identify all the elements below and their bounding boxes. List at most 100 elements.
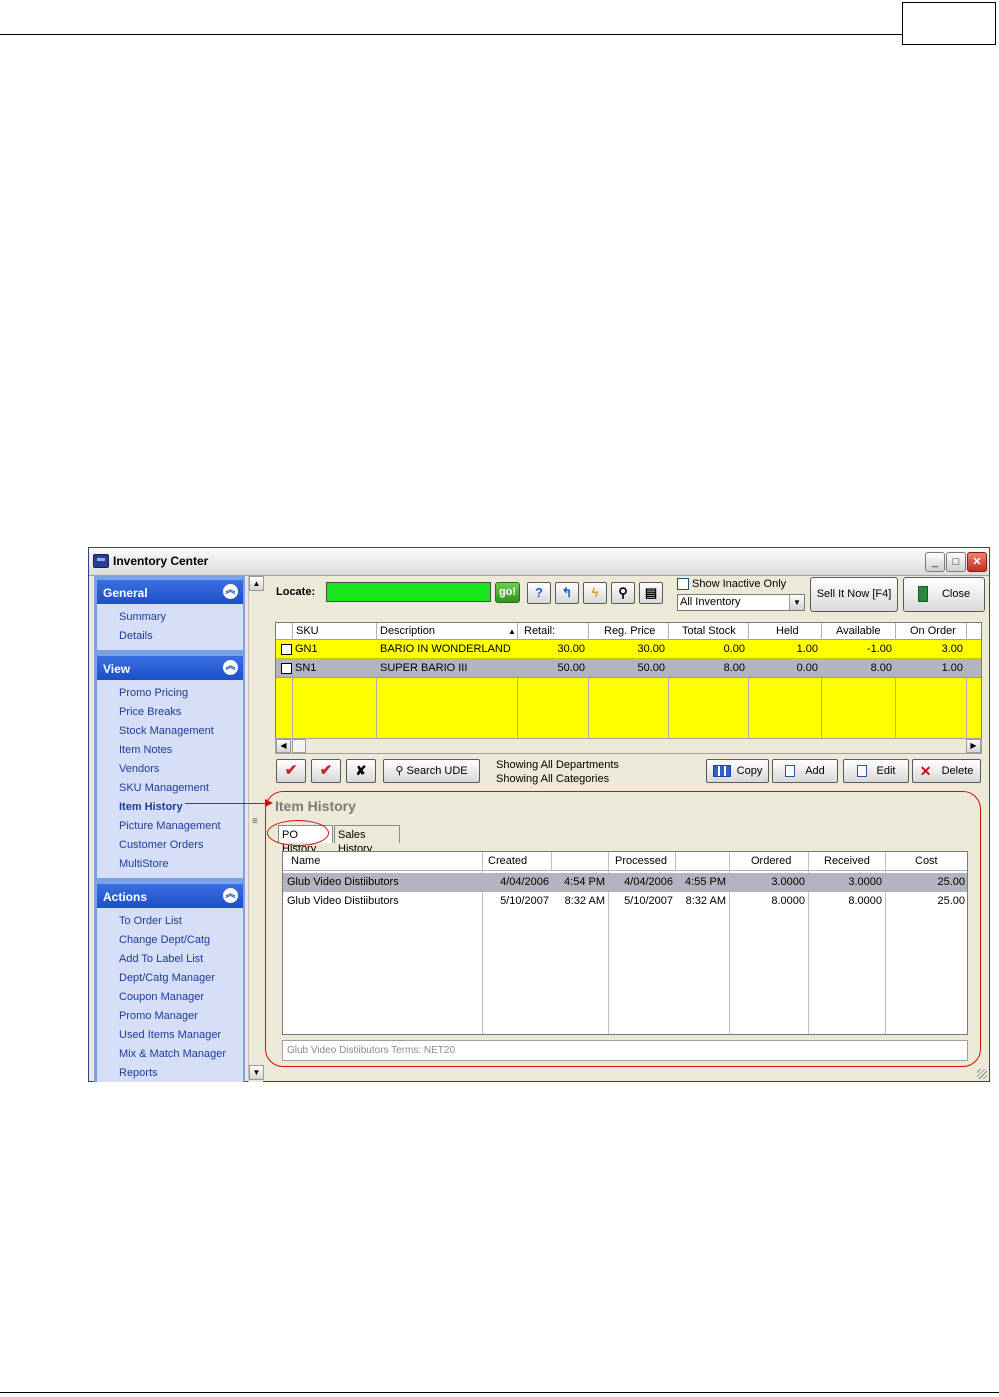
sidebar-item-summary[interactable]: Summary [97, 608, 243, 627]
column-header-reg-price[interactable]: Reg. Price [604, 625, 655, 637]
column-header-description[interactable]: Description [380, 625, 435, 637]
category-filter-text: Showing All Categories [496, 773, 610, 785]
table-row[interactable]: GN1 BARIO IN WONDERLAND 30.00 30.00 0.00… [276, 640, 981, 659]
collapse-chevron-icon[interactable]: ︽ [223, 660, 238, 675]
column-header-total-stock[interactable]: Total Stock [682, 625, 736, 637]
scroll-down-arrow-icon[interactable]: ▼ [249, 1065, 264, 1080]
tab-sales-history[interactable]: Sales History [334, 825, 400, 855]
column-header-processed[interactable]: Processed [615, 855, 667, 867]
show-inactive-checkbox[interactable]: Show Inactive Only [677, 578, 787, 591]
sidebar-item-reports[interactable]: Reports [97, 1064, 243, 1082]
sidebar-item-coupon-manager[interactable]: Coupon Manager [97, 988, 243, 1007]
column-header-received[interactable]: Received [824, 855, 870, 867]
search-ude-button[interactable]: ⚲ Search UDE [383, 759, 480, 783]
search-ude-label: Search UDE [406, 765, 468, 777]
edit-button[interactable]: Edit [843, 759, 909, 783]
collapse-chevron-icon[interactable]: ︽ [223, 888, 238, 903]
department-filter-text: Showing All Departments [496, 759, 619, 771]
column-header-name[interactable]: Name [291, 855, 320, 867]
cell-total-stock: 0.00 [723, 643, 745, 655]
collapse-chevron-icon[interactable]: ︽ [223, 584, 238, 599]
close-button[interactable]: Close [903, 577, 985, 612]
scroll-right-arrow-icon[interactable]: ▶ [966, 739, 981, 753]
row-checkbox[interactable] [281, 644, 292, 655]
column-header-held[interactable]: Held [776, 625, 799, 637]
sidebar-item-change-dept-catg[interactable]: Change Dept/Catg [97, 931, 243, 950]
report-preview-icon[interactable]: ▤ [639, 582, 663, 604]
table-row[interactable]: SN1 SUPER BARIO III 50.00 50.00 8.00 0.0… [276, 659, 981, 678]
sidebar-item-dept-catg-manager[interactable]: Dept/Catg Manager [97, 969, 243, 988]
new-document-icon [785, 765, 796, 778]
resize-grip-icon[interactable] [977, 1069, 987, 1079]
sidebar-item-add-to-label-list[interactable]: Add To Label List [97, 950, 243, 969]
grid-horizontal-scrollbar[interactable]: ◀ ▶ [275, 738, 982, 754]
column-header-ordered[interactable]: Ordered [751, 855, 791, 867]
binoculars-icon[interactable]: ⚲ [611, 582, 635, 604]
table-row[interactable]: Glub Video Distiibutors 5/10/2007 8:32 A… [283, 892, 967, 911]
column-header-cost[interactable]: Cost [915, 855, 938, 867]
actions-group-header[interactable]: Actions ︽ [97, 884, 243, 908]
delete-x-icon: ✕ [919, 763, 932, 780]
add-button[interactable]: Add [772, 759, 838, 783]
vendor-status-bar: Glub Video Distiibutors Terms: NET20 [282, 1040, 968, 1061]
view-group-header[interactable]: View ︽ [97, 656, 243, 680]
actions-group: Actions ︽ To Order List Change Dept/Catg… [97, 884, 243, 1082]
sidebar-item-customer-orders[interactable]: Customer Orders [97, 836, 243, 855]
sidebar-item-item-notes[interactable]: Item Notes [97, 741, 243, 760]
cell-created-date: 5/10/2007 [500, 895, 549, 907]
sidebar-item-item-history[interactable]: Item History [97, 798, 243, 817]
check-all-button[interactable]: ✔ [276, 759, 306, 783]
show-inactive-label: Show Inactive Only [692, 578, 787, 590]
go-button[interactable]: go! [495, 582, 520, 603]
help-button[interactable]: ? [527, 582, 551, 604]
column-header-on-order[interactable]: On Order [910, 625, 956, 637]
cell-processed-time: 4:55 PM [685, 876, 726, 888]
column-header-created[interactable]: Created [488, 855, 527, 867]
table-row[interactable]: Glub Video Distiibutors 4/04/2006 4:54 P… [283, 873, 967, 892]
cell-reg-price: 50.00 [637, 662, 665, 674]
scroll-thumb[interactable] [292, 739, 306, 753]
row-checkbox[interactable] [281, 663, 292, 674]
general-group-header[interactable]: General ︽ [97, 580, 243, 604]
maximize-button[interactable]: □ [946, 552, 966, 572]
sidebar-item-vendors[interactable]: Vendors [97, 760, 243, 779]
sidebar-item-multistore[interactable]: MultiStore [97, 855, 243, 874]
splitter-grip-icon[interactable]: ≡ [252, 816, 258, 827]
chevron-down-icon[interactable]: ▼ [789, 595, 804, 610]
sidebar-item-picture-management[interactable]: Picture Management [97, 817, 243, 836]
uncheck-button[interactable]: ✘ [346, 759, 376, 783]
scroll-left-arrow-icon[interactable]: ◀ [276, 739, 291, 753]
sidebar-item-promo-manager[interactable]: Promo Manager [97, 1007, 243, 1026]
locate-input[interactable] [326, 582, 491, 602]
column-header-sku[interactable]: SKU [296, 625, 319, 637]
close-window-button[interactable]: ✕ [967, 552, 987, 572]
scroll-up-arrow-icon[interactable]: ▲ [249, 576, 264, 591]
delete-button[interactable]: ✕ Delete [912, 759, 981, 783]
cell-held: 1.00 [796, 643, 818, 655]
checkbox-box[interactable] [677, 578, 689, 591]
cell-description: SUPER BARIO III [380, 662, 468, 674]
sidebar-item-stock-management[interactable]: Stock Management [97, 722, 243, 741]
copy-button[interactable]: Copy [706, 759, 769, 783]
cell-sku: SN1 [295, 662, 317, 674]
column-header-retail[interactable]: Retail: [524, 625, 555, 637]
page-header-rule [0, 34, 902, 35]
sidebar-item-promo-pricing[interactable]: Promo Pricing [97, 684, 243, 703]
sell-it-now-button[interactable]: Sell It Now [F4] [810, 577, 898, 612]
grid-header: SKU Description ▲ Retail: Reg. Price Tot… [276, 623, 981, 640]
lightning-icon[interactable]: ϟ [583, 582, 607, 604]
sidebar-item-sku-management[interactable]: SKU Management [97, 779, 243, 798]
column-header-available[interactable]: Available [836, 625, 880, 637]
cell-ordered: 8.0000 [771, 895, 805, 907]
undo-arrow-icon[interactable]: ↰ [555, 582, 579, 604]
task-pane-scrollbar[interactable]: ▲ ▼ [248, 576, 264, 1082]
sidebar-item-price-breaks[interactable]: Price Breaks [97, 703, 243, 722]
sidebar-item-used-items-manager[interactable]: Used Items Manager [97, 1026, 243, 1045]
minimize-button[interactable]: _ [925, 552, 945, 572]
sidebar-item-to-order-list[interactable]: To Order List [97, 912, 243, 931]
sidebar-item-mix-match-manager[interactable]: Mix & Match Manager [97, 1045, 243, 1064]
cell-processed-time: 8:32 AM [685, 895, 726, 907]
inventory-filter-select[interactable]: All Inventory ▼ [677, 594, 805, 611]
check-selected-button[interactable]: ✔ [311, 759, 341, 783]
sidebar-item-details[interactable]: Details [97, 627, 243, 646]
